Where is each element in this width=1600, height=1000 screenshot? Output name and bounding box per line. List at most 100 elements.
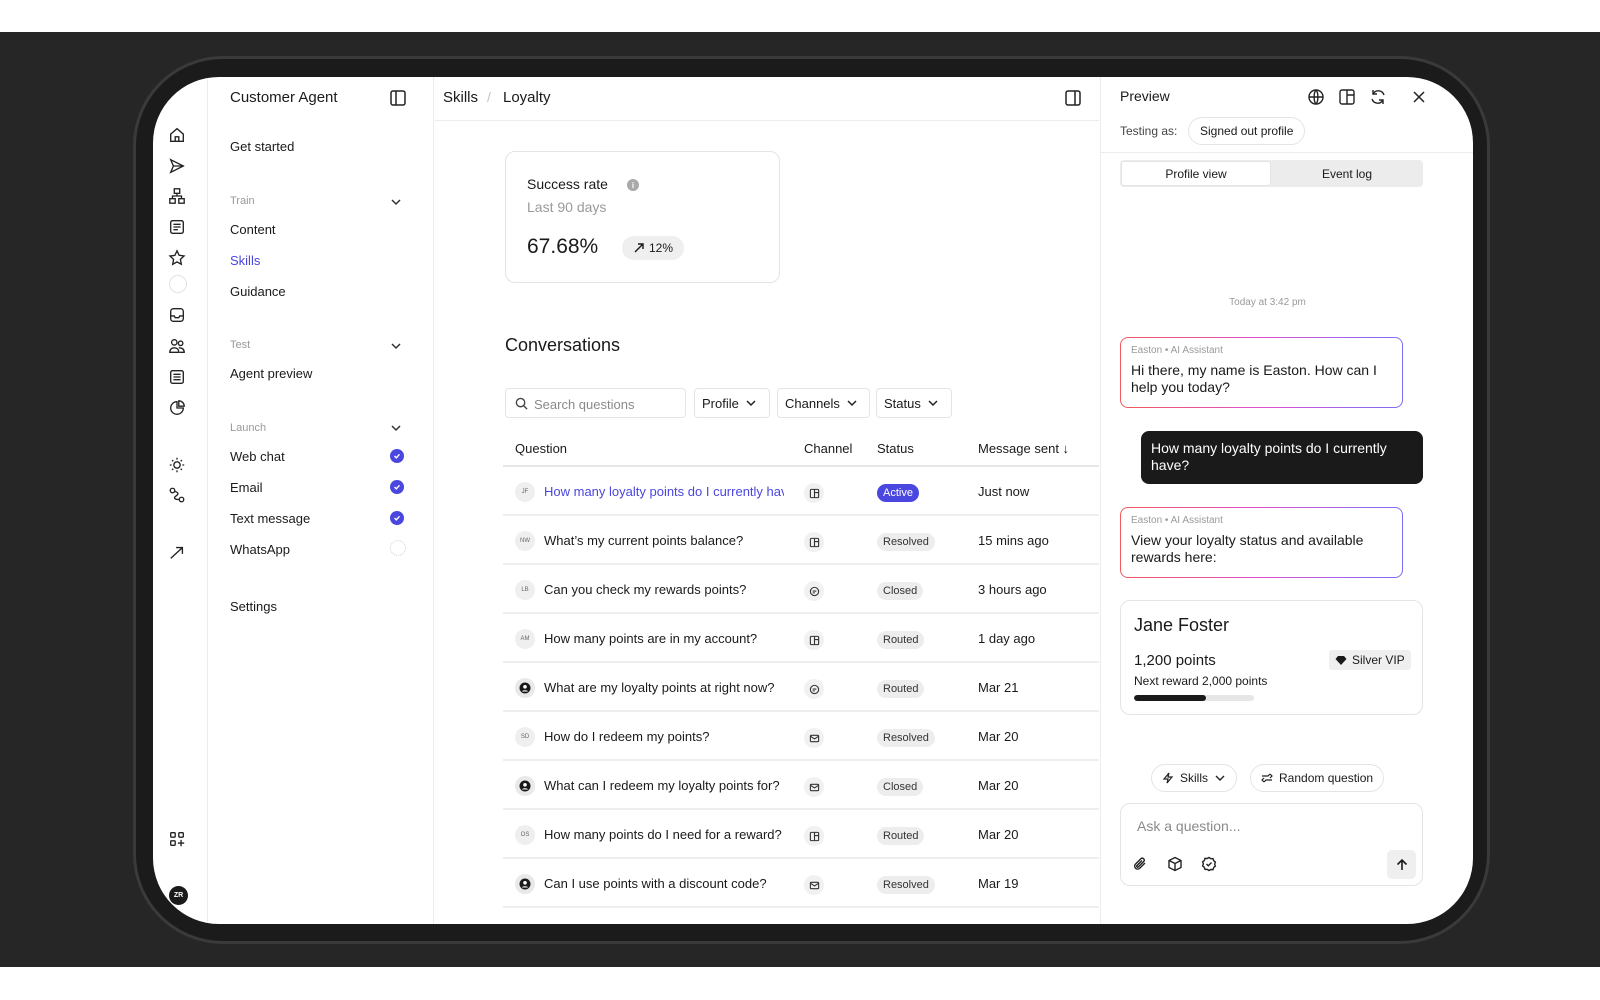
filter-label: Channels: [785, 395, 840, 411]
table-row[interactable]: JF How many loyalty points do I currently…: [503, 467, 1099, 516]
preview-divider: [1101, 152, 1473, 153]
column-question[interactable]: Question: [515, 441, 567, 456]
status-badge: Routed: [877, 827, 925, 845]
diamond-icon: [1335, 656, 1347, 665]
nav-settings[interactable]: Settings: [230, 599, 277, 614]
user-initials-avatar: AM: [515, 629, 535, 649]
table-row[interactable]: LB Can you check my rewards points? Closed…: [503, 565, 1099, 614]
search-input[interactable]: [534, 395, 679, 413]
check-circle-icon[interactable]: [390, 480, 404, 494]
random-question-chip[interactable]: Random question: [1250, 764, 1385, 792]
column-status[interactable]: Status: [877, 441, 914, 456]
channels-filter[interactable]: Channels: [777, 388, 870, 418]
shuffle-icon: [1261, 773, 1273, 783]
layout-icon[interactable]: [1338, 88, 1356, 106]
status-filter[interactable]: Status: [876, 388, 952, 418]
close-icon[interactable]: [1410, 88, 1428, 106]
nav-web-chat[interactable]: Web chat: [230, 449, 285, 464]
assistant-message: Easton • AI Assistant View your loyalty …: [1120, 507, 1403, 578]
row-message-sent: Just now: [978, 484, 1030, 499]
nav-text-message[interactable]: Text message: [230, 511, 310, 526]
success-rate-card: Success rate i Last 90 days 67.68% 12%: [505, 151, 780, 283]
cube-icon[interactable]: [1167, 856, 1183, 872]
badge-check-icon[interactable]: [1201, 856, 1217, 872]
row-question: Can I use points with a discount code?: [544, 876, 767, 891]
nav-agent-preview[interactable]: Agent preview: [230, 366, 312, 381]
web-channel-icon: [804, 630, 824, 650]
question-input[interactable]: [1137, 816, 1407, 836]
tab-profile-view[interactable]: Profile view: [1121, 161, 1271, 186]
table-row[interactable]: AM How many points are in my account? Rout…: [503, 614, 1099, 663]
user-initials-avatar: SD: [515, 727, 535, 747]
profile-selector[interactable]: Signed out profile: [1188, 117, 1306, 145]
send-button[interactable]: [1387, 850, 1416, 879]
table-row[interactable]: What can I redeem my loyalty points for?…: [503, 761, 1099, 810]
user-initials-avatar: JF: [515, 482, 535, 502]
table-row[interactable]: NW What’s my current points balance? Resol…: [503, 516, 1099, 565]
next-reward: Next reward 2,000 points: [1134, 674, 1268, 688]
nav-section-test: Test: [230, 339, 251, 351]
testing-as-label: Testing as:: [1120, 124, 1178, 138]
breadcrumb-skills[interactable]: Skills: [443, 89, 478, 106]
metric-value: 67.68%: [527, 235, 599, 258]
nav-content[interactable]: Content: [230, 222, 276, 237]
row-question: What can I redeem my loyalty points for?: [544, 778, 780, 793]
sidebar-toggle-icon[interactable]: [389, 89, 407, 107]
member-name: Jane Foster: [1134, 615, 1230, 635]
lightbulb-icon[interactable]: [167, 455, 187, 475]
sms-channel-icon: [804, 679, 824, 699]
users-icon[interactable]: [167, 336, 187, 356]
home-icon[interactable]: [167, 125, 187, 145]
table-row[interactable]: OS How many points do I need for a reward…: [503, 810, 1099, 859]
status-badge: Closed: [877, 778, 924, 796]
attachment-icon[interactable]: [1132, 856, 1148, 872]
user-initials-avatar: LB: [515, 580, 535, 600]
refresh-icon[interactable]: [1369, 88, 1387, 106]
news-icon[interactable]: [167, 367, 187, 387]
check-circle-icon[interactable]: [390, 449, 404, 463]
chevron-down-icon[interactable]: [390, 196, 402, 208]
reward-progress-fill: [1134, 695, 1206, 701]
web-channel-icon: [804, 826, 824, 846]
chat-timestamp: Today at 3:42 pm: [1229, 297, 1306, 308]
status-badge: Closed: [877, 582, 924, 600]
web-channel-icon: [804, 483, 824, 503]
loyalty-profile-card[interactable]: Jane Foster 1,200 points Silver VIP Next…: [1120, 600, 1423, 715]
send-icon[interactable]: [167, 156, 187, 176]
trending-up-icon[interactable]: [167, 543, 187, 563]
table-row[interactable]: What are my loyalty points at right now?…: [503, 663, 1099, 712]
nav-guidance[interactable]: Guidance: [230, 284, 286, 299]
chevron-down-icon[interactable]: [390, 422, 402, 434]
column-message-sent[interactable]: Message sent ↓: [978, 441, 1069, 456]
pending-circle-icon[interactable]: [390, 540, 406, 556]
profile-filter[interactable]: Profile: [694, 388, 770, 418]
table-row[interactable]: SD How do I redeem my points? Resolved Mar …: [503, 712, 1099, 761]
info-icon[interactable]: i: [627, 179, 639, 191]
apps-icon[interactable]: [167, 829, 187, 849]
nav-get-started[interactable]: Get started: [230, 139, 294, 154]
check-circle-icon[interactable]: [390, 511, 404, 525]
panel-toggle-icon[interactable]: [1064, 89, 1082, 107]
chevron-down-icon[interactable]: [390, 340, 402, 352]
column-channel[interactable]: Channel: [804, 441, 852, 456]
tab-event-log[interactable]: Event log: [1272, 161, 1422, 186]
table-row[interactable]: Can I use points with a discount code? Re…: [503, 859, 1099, 908]
document-icon[interactable]: [167, 217, 187, 237]
row-message-sent: Mar 21: [978, 680, 1019, 695]
route-icon[interactable]: [167, 485, 187, 505]
globe-icon[interactable]: [1307, 88, 1325, 106]
skills-chip[interactable]: Skills: [1151, 764, 1238, 792]
user-avatar[interactable]: ZR: [169, 886, 188, 905]
message-composer: [1120, 803, 1423, 886]
nav-email[interactable]: Email: [230, 480, 263, 495]
star-icon[interactable]: [167, 248, 187, 268]
nav-skills[interactable]: Skills: [230, 253, 260, 268]
pie-chart-icon[interactable]: [167, 398, 187, 418]
row-question[interactable]: How many loyalty points do I currently h…: [544, 484, 784, 499]
arrow-up-icon: [1396, 858, 1407, 870]
nav-whatsapp[interactable]: WhatsApp: [230, 542, 290, 557]
inbox-icon[interactable]: [167, 305, 187, 325]
icon-rail: ZR: [153, 77, 208, 924]
email-channel-icon: [804, 875, 824, 895]
org-chart-icon[interactable]: [167, 186, 187, 206]
